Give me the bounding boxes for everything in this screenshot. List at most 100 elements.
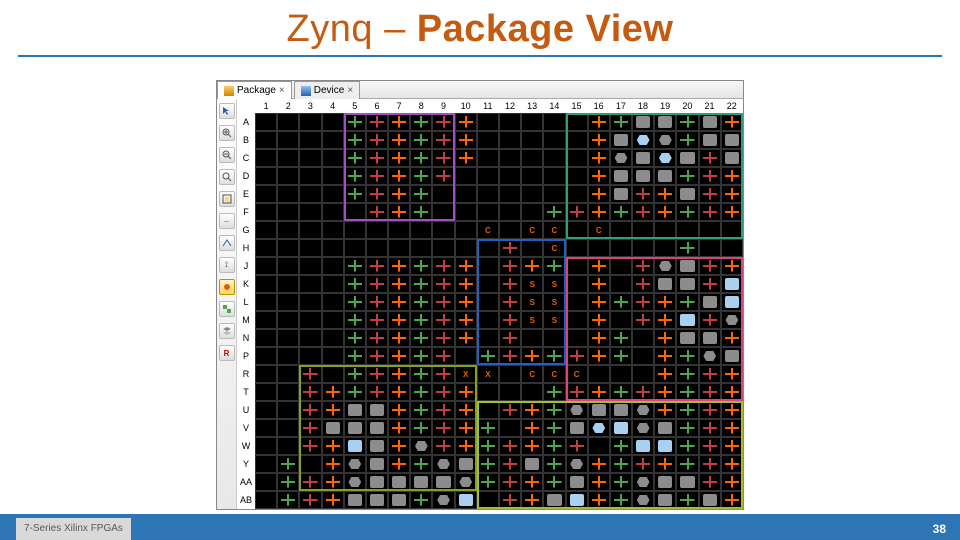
pin-R-21[interactable] bbox=[699, 365, 721, 383]
pin-J-7[interactable] bbox=[388, 257, 410, 275]
pin-C-1[interactable] bbox=[255, 149, 277, 167]
pin-AB-12[interactable] bbox=[499, 491, 521, 509]
pin-F-16[interactable] bbox=[588, 203, 610, 221]
pin-AB-16[interactable] bbox=[588, 491, 610, 509]
highlight-icon[interactable] bbox=[219, 191, 235, 207]
pin-U-7[interactable] bbox=[388, 401, 410, 419]
pin-G-17[interactable] bbox=[610, 221, 632, 239]
pin-grid[interactable]: CCCCCSSSSSSXXCCC bbox=[255, 113, 743, 509]
pin-P-6[interactable] bbox=[366, 347, 388, 365]
pin-AA-18[interactable] bbox=[632, 473, 654, 491]
pin-D-6[interactable] bbox=[366, 167, 388, 185]
pin-J-17[interactable] bbox=[610, 257, 632, 275]
pin-R-5[interactable] bbox=[344, 365, 366, 383]
pin-R-6[interactable] bbox=[366, 365, 388, 383]
pin-J-20[interactable] bbox=[676, 257, 698, 275]
pin-F-18[interactable] bbox=[632, 203, 654, 221]
pin-L-17[interactable] bbox=[610, 293, 632, 311]
pin-E-16[interactable] bbox=[588, 185, 610, 203]
pin-W-13[interactable] bbox=[521, 437, 543, 455]
pin-A-2[interactable] bbox=[277, 113, 299, 131]
pin-R-8[interactable] bbox=[410, 365, 432, 383]
pin-R-13[interactable]: C bbox=[521, 365, 543, 383]
pin-W-15[interactable] bbox=[566, 437, 588, 455]
pin-N-2[interactable] bbox=[277, 329, 299, 347]
pin-U-12[interactable] bbox=[499, 401, 521, 419]
pin-E-1[interactable] bbox=[255, 185, 277, 203]
pin-H-17[interactable] bbox=[610, 239, 632, 257]
pin-AB-19[interactable] bbox=[654, 491, 676, 509]
zoom-fit-icon[interactable] bbox=[219, 169, 235, 185]
pin-K-11[interactable] bbox=[477, 275, 499, 293]
pin-J-19[interactable] bbox=[654, 257, 676, 275]
pin-H-4[interactable] bbox=[322, 239, 344, 257]
route-icon[interactable] bbox=[219, 235, 235, 251]
pin-W-4[interactable] bbox=[322, 437, 344, 455]
pin-Y-22[interactable] bbox=[721, 455, 743, 473]
pin-T-16[interactable] bbox=[588, 383, 610, 401]
pin-P-19[interactable] bbox=[654, 347, 676, 365]
pin-W-1[interactable] bbox=[255, 437, 277, 455]
pin-P-11[interactable] bbox=[477, 347, 499, 365]
pin-B-15[interactable] bbox=[566, 131, 588, 149]
pin-V-14[interactable] bbox=[543, 419, 565, 437]
pin-K-15[interactable] bbox=[566, 275, 588, 293]
pin-V-16[interactable] bbox=[588, 419, 610, 437]
pin-A-12[interactable] bbox=[499, 113, 521, 131]
pin-W-14[interactable] bbox=[543, 437, 565, 455]
pin-K-13[interactable]: S bbox=[521, 275, 543, 293]
pin-M-13[interactable]: S bbox=[521, 311, 543, 329]
pin-C-7[interactable] bbox=[388, 149, 410, 167]
pin-L-14[interactable]: S bbox=[543, 293, 565, 311]
pin-M-17[interactable] bbox=[610, 311, 632, 329]
pin-T-1[interactable] bbox=[255, 383, 277, 401]
pin-AA-16[interactable] bbox=[588, 473, 610, 491]
pin-A-20[interactable] bbox=[676, 113, 698, 131]
pin-J-15[interactable] bbox=[566, 257, 588, 275]
pin-J-18[interactable] bbox=[632, 257, 654, 275]
pin-P-7[interactable] bbox=[388, 347, 410, 365]
pin-U-6[interactable] bbox=[366, 401, 388, 419]
pin-G-18[interactable] bbox=[632, 221, 654, 239]
pin-A-9[interactable] bbox=[432, 113, 454, 131]
pin-U-17[interactable] bbox=[610, 401, 632, 419]
pin-A-17[interactable] bbox=[610, 113, 632, 131]
tab-package[interactable]: Package × bbox=[217, 81, 292, 99]
pin-Y-11[interactable] bbox=[477, 455, 499, 473]
pin-B-18[interactable] bbox=[632, 131, 654, 149]
pin-P-15[interactable] bbox=[566, 347, 588, 365]
pin-B-2[interactable] bbox=[277, 131, 299, 149]
pin-B-22[interactable] bbox=[721, 131, 743, 149]
pin-A-10[interactable] bbox=[455, 113, 477, 131]
pin-Y-2[interactable] bbox=[277, 455, 299, 473]
pin-U-22[interactable] bbox=[721, 401, 743, 419]
pin-F-15[interactable] bbox=[566, 203, 588, 221]
pin-H-6[interactable] bbox=[366, 239, 388, 257]
pin-AA-21[interactable] bbox=[699, 473, 721, 491]
pin-W-10[interactable] bbox=[455, 437, 477, 455]
pin-U-8[interactable] bbox=[410, 401, 432, 419]
pin-M-19[interactable] bbox=[654, 311, 676, 329]
pin-M-9[interactable] bbox=[432, 311, 454, 329]
pin-D-12[interactable] bbox=[499, 167, 521, 185]
layers-icon[interactable] bbox=[219, 323, 235, 339]
pin-W-18[interactable] bbox=[632, 437, 654, 455]
pin-V-5[interactable] bbox=[344, 419, 366, 437]
pin-T-2[interactable] bbox=[277, 383, 299, 401]
pin-A-3[interactable] bbox=[299, 113, 321, 131]
pin-A-15[interactable] bbox=[566, 113, 588, 131]
pin-G-14[interactable]: C bbox=[543, 221, 565, 239]
pin-AA-9[interactable] bbox=[432, 473, 454, 491]
pin-H-8[interactable] bbox=[410, 239, 432, 257]
pin-P-22[interactable] bbox=[721, 347, 743, 365]
pin-D-4[interactable] bbox=[322, 167, 344, 185]
pin-A-16[interactable] bbox=[588, 113, 610, 131]
pin-C-9[interactable] bbox=[432, 149, 454, 167]
pin-W-8[interactable] bbox=[410, 437, 432, 455]
pin-V-3[interactable] bbox=[299, 419, 321, 437]
pin-P-5[interactable] bbox=[344, 347, 366, 365]
pin-L-7[interactable] bbox=[388, 293, 410, 311]
pin-T-8[interactable] bbox=[410, 383, 432, 401]
pin-AB-21[interactable] bbox=[699, 491, 721, 509]
pin-J-1[interactable] bbox=[255, 257, 277, 275]
